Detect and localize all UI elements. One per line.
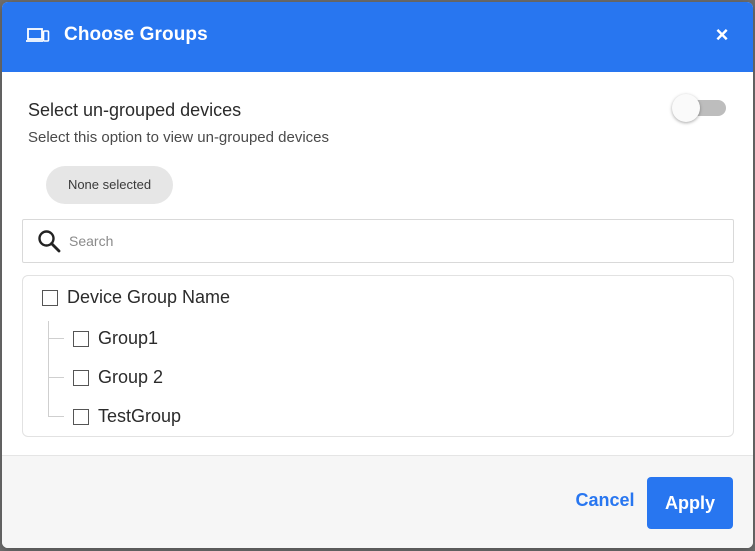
tree-item-label: Group 2 [98, 367, 164, 387]
dialog-header: Choose Groups × [2, 2, 753, 72]
toggle-knob [672, 94, 700, 122]
choose-groups-dialog: Choose Groups × Select un-grouped device… [2, 2, 753, 548]
search-input[interactable] [67, 220, 721, 262]
ungrouped-toggle[interactable] [672, 94, 730, 124]
tree-connector [48, 377, 64, 378]
devices-icon [26, 28, 50, 42]
tree-connector [48, 416, 64, 417]
tree-item-label: Group1 [98, 328, 159, 348]
close-icon[interactable]: × [709, 22, 735, 48]
ungrouped-option-description: Select this option to view un-grouped de… [28, 129, 330, 146]
cancel-button[interactable]: Cancel [572, 490, 638, 514]
apply-button[interactable]: Apply [647, 477, 733, 529]
checkbox-group-2[interactable] [73, 370, 89, 386]
selection-summary-chip: None selected [46, 166, 173, 204]
tree-connector [48, 338, 64, 339]
checkbox-group1[interactable] [73, 331, 89, 347]
search-box [22, 219, 734, 263]
tree-root-label: Device Group Name [67, 287, 231, 307]
ungrouped-option-title: Select un-grouped devices [28, 100, 242, 120]
search-icon [38, 230, 61, 253]
checkbox-device-group-name[interactable] [42, 290, 58, 306]
tree-item-label: TestGroup [98, 406, 182, 426]
checkbox-testgroup[interactable] [73, 409, 89, 425]
dialog-footer: Cancel Apply [2, 455, 753, 548]
dialog-title: Choose Groups [64, 24, 208, 45]
device-group-tree: Device Group Name Group1 Group 2 TestGro… [22, 275, 734, 437]
tree-connector [48, 321, 49, 417]
